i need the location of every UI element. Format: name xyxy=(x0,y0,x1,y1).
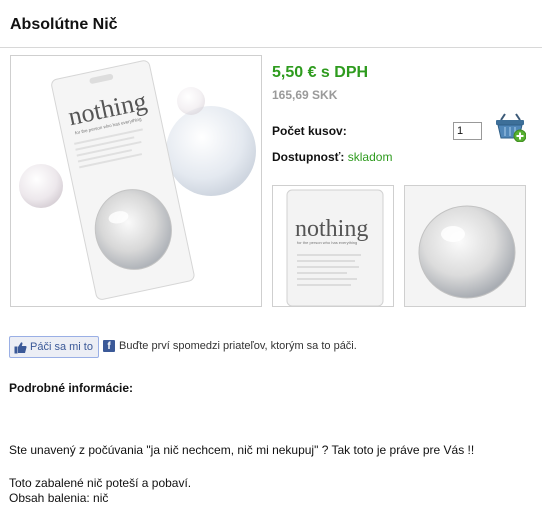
thumbnail-brand-text: nothing xyxy=(295,216,368,242)
description-line-3: Obsah balenia: nič xyxy=(9,491,109,505)
thumbs-up-icon xyxy=(14,341,27,353)
availability-value: skladom xyxy=(347,150,393,164)
availability: Dostupnosť: skladom xyxy=(272,150,392,164)
product-thumbnail-dome[interactable] xyxy=(404,185,526,307)
thumbnail-tagline: for the person who has everything xyxy=(297,240,357,245)
facebook-social-text: f Buďte prví spomedzi priateľov, ktorým … xyxy=(103,340,357,352)
product-package-illustration: nothing for the person who has everythin… xyxy=(19,60,256,300)
description-line-1: Ste unavený z počúvania "ja nič nechcem,… xyxy=(9,443,475,457)
price: 5,50 € s DPH xyxy=(272,64,369,81)
details-heading: Podrobné informácie: xyxy=(9,381,134,395)
thumbnail-dome-image xyxy=(405,186,525,306)
product-main-image[interactable]: nothing for the person who has everythin… xyxy=(10,55,262,307)
quantity-input[interactable] xyxy=(453,122,482,140)
old-price: 165,69 SKK xyxy=(272,88,338,102)
title-bar: Absolútne Nič xyxy=(0,0,542,48)
quantity-label: Počet kusov: xyxy=(272,124,347,138)
facebook-icon: f xyxy=(103,340,115,352)
facebook-friends-text: Buďte prví spomedzi priateľov, ktorým sa… xyxy=(119,340,357,352)
like-button-label: Páči sa mi to xyxy=(30,341,93,353)
product-thumbnail-front[interactable]: nothing for the person who has everythin… xyxy=(272,185,394,307)
shopping-basket-add-icon xyxy=(496,113,527,143)
thumbnail-package-image: nothing for the person who has everythin… xyxy=(286,189,384,306)
add-to-cart-button[interactable] xyxy=(494,112,527,143)
availability-label: Dostupnosť: xyxy=(272,150,345,164)
description-line-2: Toto zabalené nič poteší a pobaví. xyxy=(9,476,192,490)
facebook-like-button[interactable]: Páči sa mi to xyxy=(9,336,99,358)
page-title: Absolútne Nič xyxy=(10,16,118,33)
